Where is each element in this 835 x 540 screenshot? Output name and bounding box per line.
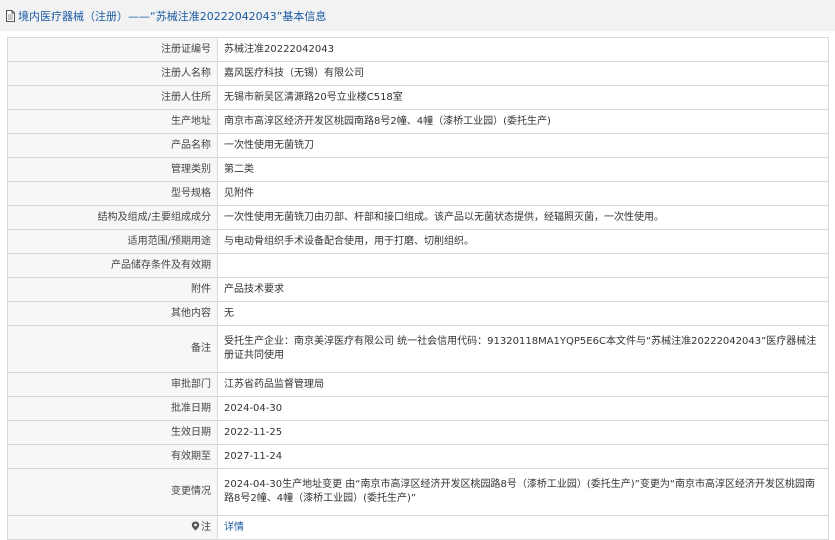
row-label-change-history: 变更情况: [7, 468, 218, 516]
row-label-registration-no: 注册证编号: [7, 37, 218, 62]
row-value-expiry-date: 2027-11-24: [217, 444, 829, 469]
table-row: 注册人名称 嘉风医疗科技（无锡）有限公司: [7, 61, 829, 86]
table-row: 结构及组成/主要组成成分 一次性使用无菌铣刀由刃部、杆部和接口组成。该产品以无菌…: [7, 205, 829, 230]
table-row: 产品名称 一次性使用无菌铣刀: [7, 133, 829, 158]
row-value-storage-validity: [217, 253, 829, 278]
row-label-registrant-name: 注册人名称: [7, 61, 218, 86]
table-row: 注 详情: [7, 515, 829, 540]
row-value-attachment: 产品技术要求: [217, 277, 829, 302]
row-label-structure-composition: 结构及组成/主要组成成分: [7, 205, 218, 230]
row-label-management-category: 管理类别: [7, 157, 218, 182]
row-label-product-name: 产品名称: [7, 133, 218, 158]
row-label-approval-department: 审批部门: [7, 372, 218, 397]
row-value-registrant-address: 无锡市新吴区清源路20号立业楼C518室: [217, 85, 829, 110]
page-title: 境内医疗器械（注册）——“苏械注准20222042043”基本信息: [18, 9, 327, 23]
table-row: 生效日期 2022-11-25: [7, 420, 829, 445]
row-label-attachment: 附件: [7, 277, 218, 302]
note-label-text: 注: [201, 521, 211, 533]
table-row: 注册人住所 无锡市新吴区清源路20号立业楼C518室: [7, 85, 829, 110]
table-row: 管理类别 第二类: [7, 157, 829, 182]
row-value-other-content: 无: [217, 301, 829, 326]
row-label-other-content: 其他内容: [7, 301, 218, 326]
table-row: 有效期至 2027-11-24: [7, 444, 829, 469]
row-label-effective-date: 生效日期: [7, 420, 218, 445]
table-row: 型号规格 见附件: [7, 181, 829, 206]
row-label-note: 注: [7, 515, 218, 540]
row-value-management-category: 第二类: [217, 157, 829, 182]
location-pin-icon: [191, 521, 200, 531]
table-row: 适用范围/预期用途 与电动骨组织手术设备配合使用，用于打磨、切削组织。: [7, 229, 829, 254]
row-label-approval-date: 批准日期: [7, 396, 218, 421]
row-label-registrant-address: 注册人住所: [7, 85, 218, 110]
row-label-production-address: 生产地址: [7, 109, 218, 134]
table-row: 审批部门 江苏省药品监督管理局: [7, 372, 829, 397]
row-label-storage-validity: 产品储存条件及有效期: [7, 253, 218, 278]
table-row: 批准日期 2024-04-30: [7, 396, 829, 421]
row-label-intended-use: 适用范围/预期用途: [7, 229, 218, 254]
table-row: 附件 产品技术要求: [7, 277, 829, 302]
row-value-registration-no: 苏械注准20222042043: [217, 37, 829, 62]
page-header: 境内医疗器械（注册）——“苏械注准20222042043”基本信息: [0, 0, 835, 31]
row-value-approval-date: 2024-04-30: [217, 396, 829, 421]
row-label-expiry-date: 有效期至: [7, 444, 218, 469]
row-value-structure-composition: 一次性使用无菌铣刀由刃部、杆部和接口组成。该产品以无菌状态提供，经辐照灭菌，一次…: [217, 205, 829, 230]
row-label-remarks: 备注: [7, 325, 218, 373]
row-value-effective-date: 2022-11-25: [217, 420, 829, 445]
row-value-registrant-name: 嘉风医疗科技（无锡）有限公司: [217, 61, 829, 86]
details-link[interactable]: 详情: [224, 522, 244, 533]
row-value-model-spec: 见附件: [217, 181, 829, 206]
row-value-remarks: 受托生产企业：南京美淳医疗有限公司 统一社会信用代码：91320118MA1YQ…: [217, 325, 829, 373]
row-value-change-history: 2024-04-30生产地址变更 由“南京市高淳区经济开发区桃园路8号（漆桥工业…: [217, 468, 829, 516]
table-row: 变更情况 2024-04-30生产地址变更 由“南京市高淳区经济开发区桃园路8号…: [7, 468, 829, 516]
row-value-approval-department: 江苏省药品监督管理局: [217, 372, 829, 397]
device-info-table: 注册证编号 苏械注准20222042043 注册人名称 嘉风医疗科技（无锡）有限…: [7, 37, 829, 540]
row-label-model-spec: 型号规格: [7, 181, 218, 206]
row-value-note: 详情: [217, 515, 829, 540]
table-row: 注册证编号 苏械注准20222042043: [7, 37, 829, 62]
table-row: 生产地址 南京市高淳区经济开发区桃园南路8号2幢、4幢（漆桥工业园）(委托生产): [7, 109, 829, 134]
document-icon: [5, 9, 16, 22]
table-row: 产品储存条件及有效期: [7, 253, 829, 278]
row-value-product-name: 一次性使用无菌铣刀: [217, 133, 829, 158]
row-value-intended-use: 与电动骨组织手术设备配合使用，用于打磨、切削组织。: [217, 229, 829, 254]
table-row: 其他内容 无: [7, 301, 829, 326]
table-row: 备注 受托生产企业：南京美淳医疗有限公司 统一社会信用代码：91320118MA…: [7, 325, 829, 373]
row-value-production-address: 南京市高淳区经济开发区桃园南路8号2幢、4幢（漆桥工业园）(委托生产): [217, 109, 829, 134]
